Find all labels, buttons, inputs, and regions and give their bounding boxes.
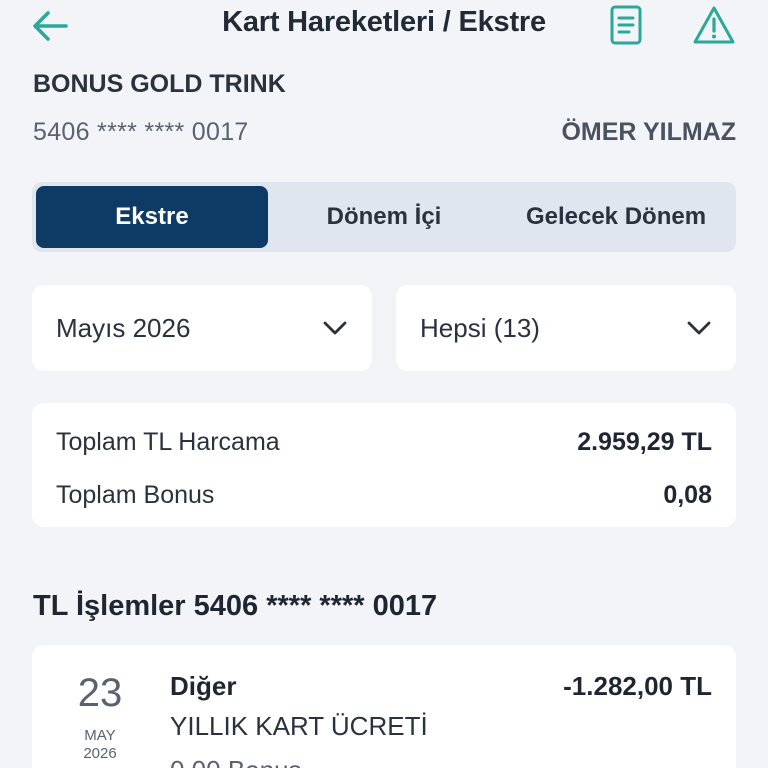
transaction-bonus: 0,00 Bonus [170,755,302,768]
period-tabs: Ekstre Dönem İçi Gelecek Dönem [32,182,736,252]
total-spend-value: 2.959,29 TL [577,427,712,456]
total-spend-row: Toplam TL Harcama 2.959,29 TL [56,422,712,462]
total-bonus-label: Toplam Bonus [56,480,215,509]
transaction-description: YILLIK KART ÜCRETİ [170,711,428,741]
total-spend-label: Toplam TL Harcama [56,427,280,456]
transaction-day: 23 [77,671,123,715]
tab-gelecek-donem[interactable]: Gelecek Dönem [500,186,732,248]
card-number: 5406 **** **** 0017 [33,118,249,146]
transaction-item[interactable]: 23 MAY 2026 Diğer -1.282,00 TL YILLIK KA… [32,645,736,768]
period-dropdown[interactable]: Mayıs 2026 [32,285,372,371]
total-bonus-row: Toplam Bonus 0,08 [56,475,712,515]
document-icon [610,5,642,45]
filter-dropdown-value: Hepsi (13) [420,312,540,343]
chevron-down-icon [323,321,347,335]
transaction-year: 2026 [83,745,117,762]
tab-ekstre[interactable]: Ekstre [36,186,268,248]
statement-summary: Toplam TL Harcama 2.959,29 TL Toplam Bon… [32,403,736,527]
transaction-category: Diğer [170,671,237,701]
transaction-month: MAY [84,727,116,744]
tab-donem-ici[interactable]: Dönem İçi [268,186,500,248]
warning-triangle-icon [693,6,735,44]
transaction-amount: -1.282,00 TL [563,671,712,701]
period-dropdown-value: Mayıs 2026 [56,312,191,343]
card-holder-name: ÖMER YILMAZ [561,118,736,146]
total-bonus-value: 0,08 [663,480,712,509]
transactions-section-title: TL İşlemler 5406 **** **** 0017 [33,590,438,622]
statement-screen: Kart Hareketleri / Ekstre BONUS GOLD TRI… [0,0,768,768]
card-name: BONUS GOLD TRINK [33,70,286,98]
warning-button[interactable] [690,2,738,48]
transaction-filter-dropdown[interactable]: Hepsi (13) [396,285,736,371]
header: Kart Hareketleri / Ekstre [0,0,768,56]
page-title: Kart Hareketleri / Ekstre [222,6,546,38]
document-button[interactable] [604,2,648,48]
chevron-down-icon [687,321,711,335]
